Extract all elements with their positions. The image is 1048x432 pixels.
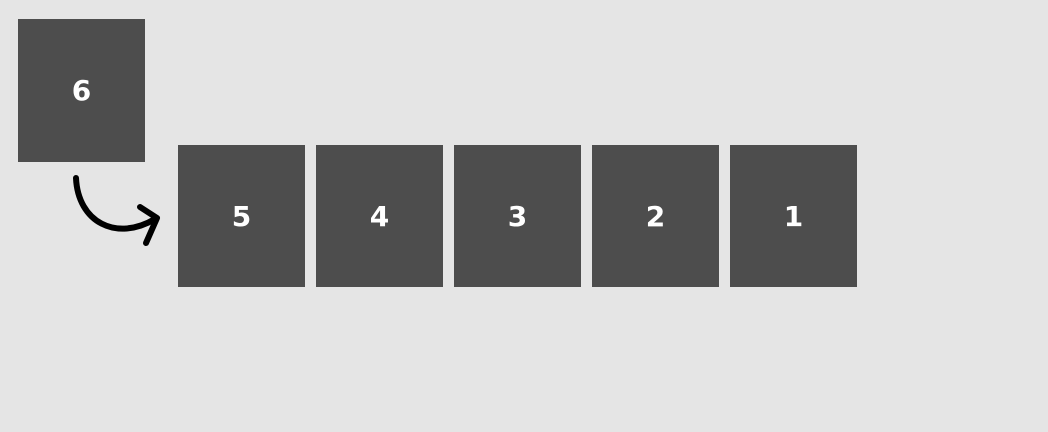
queue-item-box: 3 [454,145,581,287]
queue-item-label: 4 [369,199,390,233]
queue-item-box: 1 [730,145,857,287]
queue-item-label: 2 [645,199,666,233]
queue-item-box: 4 [316,145,443,287]
queue-item-box: 5 [178,145,305,287]
queue-item-box: 2 [592,145,719,287]
curved-arrow-right-icon [73,175,160,246]
incoming-item-label: 6 [71,74,92,107]
queue-item-label: 1 [783,199,804,233]
queue-item-label: 3 [507,199,528,233]
queue-item-label: 5 [231,199,252,233]
incoming-item-box: 6 [18,19,145,162]
